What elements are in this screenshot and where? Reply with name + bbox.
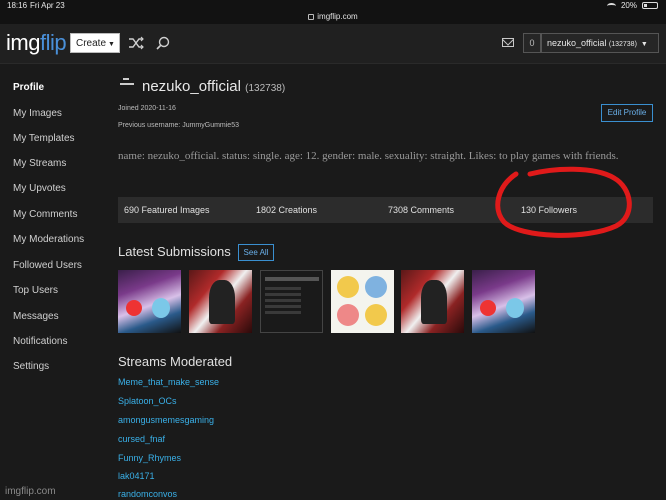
see-all-button[interactable]: See All: [238, 244, 274, 261]
stream-link[interactable]: lak04171: [118, 471, 155, 481]
stat-comments[interactable]: 7308 Comments: [388, 205, 454, 215]
mail-icon[interactable]: [502, 38, 514, 47]
address-url: imgflip.com: [317, 12, 358, 21]
page-title: nezuko_official (132738): [142, 78, 285, 95]
submission-thumbnail[interactable]: [189, 270, 252, 333]
profile-points: (132738): [245, 83, 286, 94]
sidebar-item-my-moderations[interactable]: My Moderations: [13, 234, 84, 245]
sidebar-item-my-streams[interactable]: My Streams: [13, 158, 66, 169]
submission-thumbnail[interactable]: [260, 270, 323, 333]
sidebar-item-my-templates[interactable]: My Templates: [13, 133, 75, 144]
address-bar[interactable]: imgflip.com: [0, 12, 666, 24]
shuffle-icon[interactable]: [128, 36, 144, 50]
status-right: 20%: [606, 1, 658, 10]
sidebar-item-top-users[interactable]: Top Users: [13, 285, 58, 296]
stream-link[interactable]: amongusmemesgaming: [118, 415, 214, 425]
stream-link[interactable]: Funny_Rhymes: [118, 453, 181, 463]
chevron-down-icon: ▼: [638, 41, 648, 48]
stream-link[interactable]: cursed_fnaf: [118, 434, 165, 444]
wifi-icon: [606, 2, 616, 9]
submission-thumbnail[interactable]: [401, 270, 464, 333]
sidebar-item-profile[interactable]: Profile: [13, 82, 44, 93]
submission-thumbnail[interactable]: [472, 270, 535, 333]
logo-flip-text: flip: [39, 30, 67, 55]
status-date: Fri Apr 23: [30, 1, 65, 10]
profile-avatar-icon: [120, 78, 134, 88]
edit-profile-button[interactable]: Edit Profile: [601, 104, 653, 122]
user-menu-name: nezuko_official: [547, 38, 607, 48]
stat-featured-images[interactable]: 690 Featured Images: [124, 205, 210, 215]
status-bar: 18:16 Fri Apr 23 20%: [0, 0, 666, 12]
joined-date: Joined 2020-11-16: [118, 105, 176, 112]
sidebar-item-my-upvotes[interactable]: My Upvotes: [13, 183, 66, 194]
stat-creations[interactable]: 1802 Creations: [256, 205, 317, 215]
user-menu-points: (132738): [608, 41, 637, 48]
stream-link[interactable]: Splatoon_OCs: [118, 396, 177, 406]
imgflip-logo[interactable]: imgflip: [6, 30, 67, 56]
submission-thumbnail[interactable]: [331, 270, 394, 333]
battery-percent: 20%: [620, 1, 637, 10]
imgflip-watermark: imgflip.com: [5, 486, 56, 497]
submission-thumbnail[interactable]: [118, 270, 181, 333]
search-icon[interactable]: [156, 36, 170, 50]
sidebar-item-my-comments[interactable]: My Comments: [13, 209, 77, 220]
stream-link[interactable]: Meme_that_make_sense: [118, 377, 219, 387]
lock-icon: [308, 13, 315, 20]
stream-link[interactable]: randomconvos: [118, 489, 177, 499]
sidebar-item-followed-users[interactable]: Followed Users: [13, 260, 82, 271]
red-annotation-circle: [495, 166, 632, 238]
create-button[interactable]: Create ▼: [70, 33, 120, 53]
previous-username: Previous username: JummyGummie53: [118, 122, 239, 129]
chevron-down-icon: ▼: [108, 41, 115, 48]
status-time: 18:16: [7, 1, 28, 10]
sidebar-item-messages[interactable]: Messages: [13, 311, 59, 322]
latest-submissions-title: Latest Submissions: [118, 244, 231, 259]
battery-icon: [642, 2, 658, 9]
user-menu-button[interactable]: nezuko_official (132738) ▼: [541, 33, 659, 53]
sidebar-item-notifications[interactable]: Notifications: [13, 336, 67, 347]
sidebar-item-settings[interactable]: Settings: [13, 361, 49, 372]
site-header: imgflip Create ▼ 0 nezuko_official (13273…: [0, 24, 666, 64]
profile-username: nezuko_official: [142, 78, 241, 95]
logo-img-text: img: [6, 30, 40, 55]
create-label: Create: [76, 38, 107, 49]
streams-moderated-title: Streams Moderated: [118, 354, 233, 369]
sidebar-item-my-images[interactable]: My Images: [13, 108, 62, 119]
notification-count[interactable]: 0: [523, 33, 541, 53]
